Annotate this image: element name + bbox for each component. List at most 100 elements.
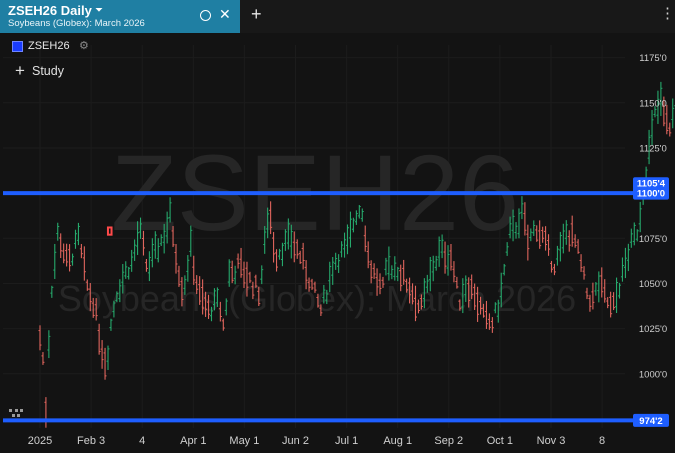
ohlc-bar [334, 252, 338, 270]
legend-symbol: ZSEH26 [28, 40, 70, 52]
ohlc-bar [144, 258, 148, 272]
x-tick-label: 8 [599, 435, 605, 447]
ohlc-bar [668, 122, 672, 137]
ohlc-bar [130, 249, 134, 272]
ohlc-bar [523, 202, 527, 236]
highlight-box-layer [106, 226, 113, 236]
ohlc-bar [576, 239, 580, 254]
x-tick-label: Apr 1 [180, 435, 206, 447]
ohlc-bar [147, 251, 151, 282]
ohlc-bar [384, 257, 388, 276]
ohlc-bar [50, 285, 54, 298]
x-tick-label: May 1 [229, 435, 259, 447]
ohlc-bar [555, 245, 559, 266]
ohlc-bar [591, 282, 595, 310]
y-tick-label: 1050'0 [639, 279, 667, 290]
ohlc-bar [594, 282, 598, 296]
ohlc-bar [529, 228, 533, 242]
x-axis: 2025 Feb 3 4 Apr 1 May 1 Jun 2 Jul 1 Aug 1 Sep 2… [28, 435, 605, 447]
ohlc-bar [626, 243, 630, 272]
ohlc-bar [638, 201, 642, 233]
ohlc-bar [582, 266, 586, 280]
ohlc-bar [103, 347, 107, 380]
x-tick-label: Aug 1 [383, 435, 412, 447]
highlight-box[interactable] [106, 226, 113, 236]
y-tick-label: 1175'0 [639, 53, 667, 64]
plus-icon[interactable]: + [15, 61, 25, 81]
ohlc-bar [538, 220, 542, 249]
price-tag-label: 974'2 [639, 416, 662, 427]
gear-icon[interactable]: ⚙ [79, 39, 89, 52]
session-dot [17, 414, 20, 417]
ohlc-bar [82, 246, 86, 281]
ohlc-bar [550, 260, 554, 273]
ohlc-bar [44, 397, 48, 428]
ohlc-bar [567, 230, 571, 252]
session-dot [9, 409, 12, 412]
y-tick-label: 1125'0 [639, 143, 667, 154]
ohlc-bar [393, 256, 397, 281]
ohlc-bar [564, 220, 568, 245]
ohlc-bar [603, 279, 607, 303]
x-tick-label: Oct 1 [487, 435, 513, 447]
ohlc-bar [526, 224, 530, 261]
ohlc-bar [434, 255, 438, 271]
ohlc-bar [585, 287, 589, 300]
ohlc-bar [615, 277, 619, 314]
ohlc-bar [573, 234, 577, 248]
ohlc-bar [65, 243, 69, 267]
ohlc-bar [597, 271, 601, 303]
ohlc-bar [532, 220, 536, 237]
ohlc-bar [76, 222, 80, 246]
ohlc-bar [629, 228, 633, 248]
ohlc-bar [59, 233, 63, 259]
x-tick-label: 4 [139, 435, 145, 447]
ohlc-bar [520, 196, 524, 220]
ohlc-bar [650, 109, 654, 146]
ohlc-bar [100, 340, 104, 369]
x-tick-label: Jul 1 [335, 435, 358, 447]
ohlc-bar [588, 294, 592, 312]
ohlc-bar [106, 345, 110, 370]
ohlc-bar [71, 253, 75, 266]
x-tick-label: Feb 3 [77, 435, 105, 447]
ohlc-bar [618, 282, 622, 299]
ohlc-bar [547, 234, 551, 256]
ohlc-bar [41, 352, 45, 365]
ohlc-bar [372, 263, 376, 280]
chart-markers [9, 409, 23, 417]
ohlc-bar [600, 267, 604, 298]
ohlc-bar [62, 243, 66, 264]
ohlc-bar [79, 243, 83, 259]
ohlc-bar [579, 254, 583, 272]
ohlc-bar [337, 254, 341, 273]
ohlc-bar [612, 292, 616, 311]
add-study-button[interactable]: Study [32, 64, 64, 78]
y-axis: 1175'0 1150'0 1125'0 1075'0 1050'0 1025'0 1000… [633, 53, 669, 380]
ohlc-bar [535, 225, 539, 242]
ohlc-bar [490, 317, 494, 333]
price-chart[interactable]: ZSEH26 Soybeans (Globex): March 2026 110… [0, 0, 675, 453]
y-tick-label: 1000'0 [639, 369, 667, 380]
ohlc-bar [606, 297, 610, 309]
ohlc-bar [570, 215, 574, 247]
price-tag-label: 1100'0 [637, 189, 665, 200]
session-dot [20, 409, 23, 412]
y-tick-label: 1150'0 [639, 98, 667, 109]
ohlc-bar [623, 247, 627, 279]
ohlc-bar [53, 243, 57, 279]
x-tick-label: 2025 [28, 435, 52, 447]
x-tick-label: Jun 2 [282, 435, 309, 447]
session-dot [15, 409, 18, 412]
ohlc-bar [671, 98, 675, 129]
ohlc-bar [632, 222, 636, 246]
session-dot [12, 414, 15, 417]
ohlc-bar [68, 244, 72, 272]
y-tick-label: 1025'0 [639, 324, 667, 335]
ohlc-bar [124, 261, 128, 279]
ohlc-bar [609, 291, 613, 318]
ohlc-bar [236, 253, 240, 269]
ohlc-bar [552, 263, 556, 276]
last-price-label: 1105'4 [637, 179, 666, 190]
x-tick-label: Nov 3 [537, 435, 566, 447]
